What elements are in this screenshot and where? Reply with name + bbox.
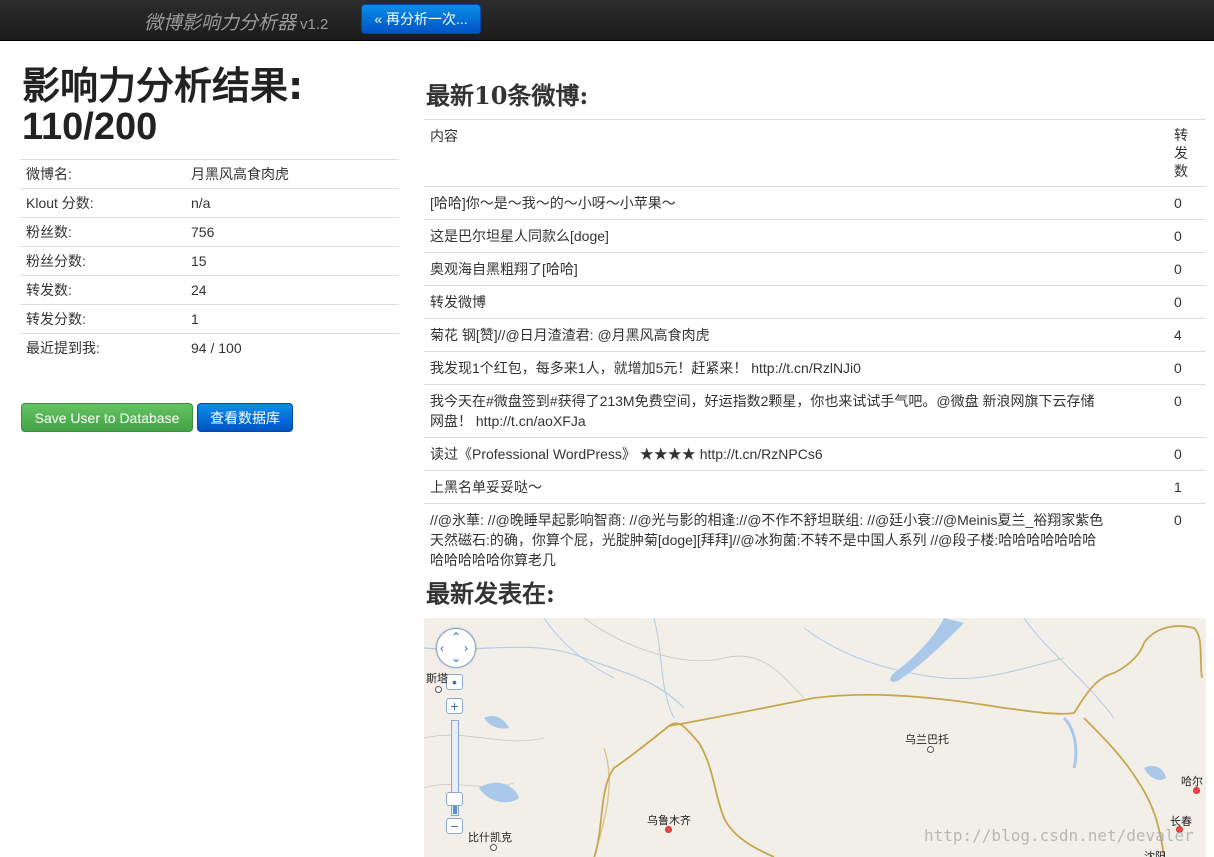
tweet-content: 菊花 钢[赞]//@日月渣渣君: @月黑风高食肉虎 bbox=[424, 318, 1168, 352]
tweet-repost-count: 0 bbox=[1168, 186, 1206, 220]
tweet-repost-count: 0 bbox=[1168, 503, 1206, 576]
tweets-header-row: 内容 转发数 bbox=[424, 119, 1206, 187]
tweet-repost-count: 0 bbox=[1168, 285, 1206, 319]
top-navbar: 微博影响力分析器 v1.2 « 再分析一次... bbox=[0, 0, 1214, 41]
tweet-row: //@氷華: //@晚睡早起影响智商: //@光与影的相逢://@不作不舒坦联组… bbox=[424, 503, 1206, 576]
col-content-header: 内容 bbox=[424, 119, 1168, 187]
tweet-row: 读过《Professional WordPress》 ★★★★ http://t… bbox=[424, 437, 1206, 471]
stat-row: 微博名: 月黑风高食肉虎 bbox=[20, 159, 399, 189]
col-reposts-label: 转发数 bbox=[1174, 127, 1188, 179]
stat-label: 粉丝分数: bbox=[20, 246, 185, 276]
reanalyze-button[interactable]: « 再分析一次... bbox=[361, 4, 481, 34]
tweet-row: 菊花 钢[赞]//@日月渣渣君: @月黑风高食肉虎 4 bbox=[424, 318, 1206, 352]
stat-label: 最近提到我: bbox=[20, 333, 185, 362]
city-label-kashgar: 比什凯克 bbox=[468, 831, 512, 844]
stat-row: 转发数: 24 bbox=[20, 275, 399, 305]
stat-value: 月黑风高食肉虎 bbox=[185, 159, 399, 189]
tweet-repost-count: 0 bbox=[1168, 252, 1206, 286]
brand-name: 微博影响力分析器 bbox=[144, 12, 297, 34]
tweet-content: 奥观海自黑粗翔了[哈哈] bbox=[424, 252, 1168, 286]
user-stats-table: 微博名: 月黑风高食肉虎 Klout 分数: n/a 粉丝数: 756 粉丝分数: 15 转发数… bbox=[20, 159, 399, 362]
save-user-button[interactable]: Save User to Database bbox=[21, 403, 193, 432]
tweet-row: 转发微博 0 bbox=[424, 285, 1206, 319]
map-zoom-control[interactable]: • + − bbox=[446, 674, 466, 842]
tweet-row: 这是巴尔坦星人同款么[doge] 0 bbox=[424, 219, 1206, 253]
stat-value: 756 bbox=[185, 217, 399, 247]
city-label-ulaanbaatar: 乌兰巴托 bbox=[905, 733, 949, 746]
stat-value: n/a bbox=[185, 188, 399, 218]
stat-row: 粉丝分数: 15 bbox=[20, 246, 399, 276]
version-label: v1.2 bbox=[300, 16, 329, 33]
stat-label: 粉丝数: bbox=[20, 217, 185, 247]
city-label-shenyang: 沈阳 bbox=[1144, 850, 1166, 857]
tweet-repost-count: 0 bbox=[1168, 219, 1206, 253]
tweet-row: 上黑名单妥妥哒～ 1 bbox=[424, 470, 1206, 504]
stat-value: 24 bbox=[185, 275, 399, 305]
tweet-content: 转发微博 bbox=[424, 285, 1168, 319]
tweet-row: 奥观海自黑粗翔了[哈哈] 0 bbox=[424, 252, 1206, 286]
tweet-repost-count: 1 bbox=[1168, 470, 1206, 504]
map-canvas[interactable] bbox=[424, 618, 1206, 857]
stat-value: 15 bbox=[185, 246, 399, 276]
tweet-repost-count: 4 bbox=[1168, 318, 1206, 352]
zoom-in-button[interactable]: + bbox=[446, 698, 463, 714]
stat-label: 转发数: bbox=[20, 275, 185, 305]
result-title: 影响力分析结果: 110/200 bbox=[22, 66, 303, 147]
pan-down-icon[interactable]: ⌄ bbox=[451, 652, 461, 664]
pan-right-icon[interactable]: › bbox=[464, 642, 468, 654]
city-marker-kashgar bbox=[490, 844, 497, 851]
app-brand[interactable]: 微博影响力分析器 v1.2 bbox=[144, 8, 328, 35]
result-title-label: 影响力分析结果: bbox=[22, 64, 304, 108]
tweet-row: [哈哈]你～是～我～的～小呀～小苹果～ 0 bbox=[424, 186, 1206, 220]
city-marker-urumqi bbox=[665, 826, 672, 833]
stat-row: 最近提到我: 94 / 100 bbox=[20, 333, 399, 362]
influence-score: 110/200 bbox=[22, 106, 158, 148]
tweet-row: 我发现1个红包，每多来1人，就增加5元！赶紧来！ http://t.cn/Rzl… bbox=[424, 351, 1206, 385]
city-marker-harbin bbox=[1193, 787, 1200, 794]
tweet-content: 这是巴尔坦星人同款么[doge] bbox=[424, 219, 1168, 253]
stat-value: 1 bbox=[185, 304, 399, 334]
col-reposts-header: 转发数 bbox=[1168, 119, 1206, 187]
tweets-table: 内容 转发数 [哈哈]你～是～我～的～小呀～小苹果～ 0 这是巴尔坦星人同款么[do… bbox=[424, 119, 1206, 576]
tweet-repost-count: 0 bbox=[1168, 384, 1206, 438]
tweet-content: [哈哈]你～是～我～的～小呀～小苹果～ bbox=[424, 186, 1168, 220]
location-map[interactable]: ⌃ ‹ › ⌄ • + − 斯塔 乌兰巴托 乌鲁木齐 比什凯克 哈尔 长春 沈阳… bbox=[424, 618, 1206, 857]
stat-row: 粉丝数: 756 bbox=[20, 217, 399, 247]
city-marker-astana bbox=[435, 686, 442, 693]
tweet-content: 我发现1个红包，每多来1人，就增加5元！赶紧来！ http://t.cn/Rzl… bbox=[424, 351, 1168, 385]
zoom-out-button[interactable]: − bbox=[446, 818, 463, 834]
stat-label: 转发分数: bbox=[20, 304, 185, 334]
map-pan-control[interactable]: ⌃ ‹ › ⌄ bbox=[436, 628, 476, 668]
locate-icon[interactable]: • bbox=[446, 674, 463, 690]
tweet-content: 我今天在#微盘签到#获得了213M免费空间，好运指数2颗星，你也来试试手气吧。@… bbox=[424, 384, 1168, 438]
view-database-button[interactable]: 查看数据库 bbox=[197, 403, 293, 432]
watermark-text: http://blog.csdn.net/devaler bbox=[924, 826, 1194, 845]
tweet-content: //@氷華: //@晚睡早起影响智商: //@光与影的相逢://@不作不舒坦联组… bbox=[424, 503, 1168, 576]
tweets-heading: 最新10条微博: bbox=[426, 81, 589, 110]
stat-row: Klout 分数: n/a bbox=[20, 188, 399, 218]
city-marker-ulaanbaatar bbox=[927, 746, 934, 753]
stat-label: 微博名: bbox=[20, 159, 185, 189]
tweet-content: 上黑名单妥妥哒～ bbox=[424, 470, 1168, 504]
zoom-handle[interactable] bbox=[446, 792, 463, 806]
city-label-harbin: 哈尔 bbox=[1181, 775, 1203, 788]
map-heading: 最新发表在: bbox=[426, 579, 555, 608]
tweet-row: 我今天在#微盘签到#获得了213M免费空间，好运指数2颗星，你也来试试手气吧。@… bbox=[424, 384, 1206, 438]
stat-value: 94 / 100 bbox=[185, 333, 399, 362]
tweet-content: 读过《Professional WordPress》 ★★★★ http://t… bbox=[424, 437, 1168, 471]
tweet-repost-count: 0 bbox=[1168, 351, 1206, 385]
stat-label: Klout 分数: bbox=[20, 188, 185, 218]
pan-left-icon[interactable]: ‹ bbox=[440, 642, 444, 654]
tweet-repost-count: 0 bbox=[1168, 437, 1206, 471]
pan-up-icon[interactable]: ⌃ bbox=[451, 631, 461, 643]
city-label-astana: 斯塔 bbox=[426, 672, 448, 685]
stat-row: 转发分数: 1 bbox=[20, 304, 399, 334]
